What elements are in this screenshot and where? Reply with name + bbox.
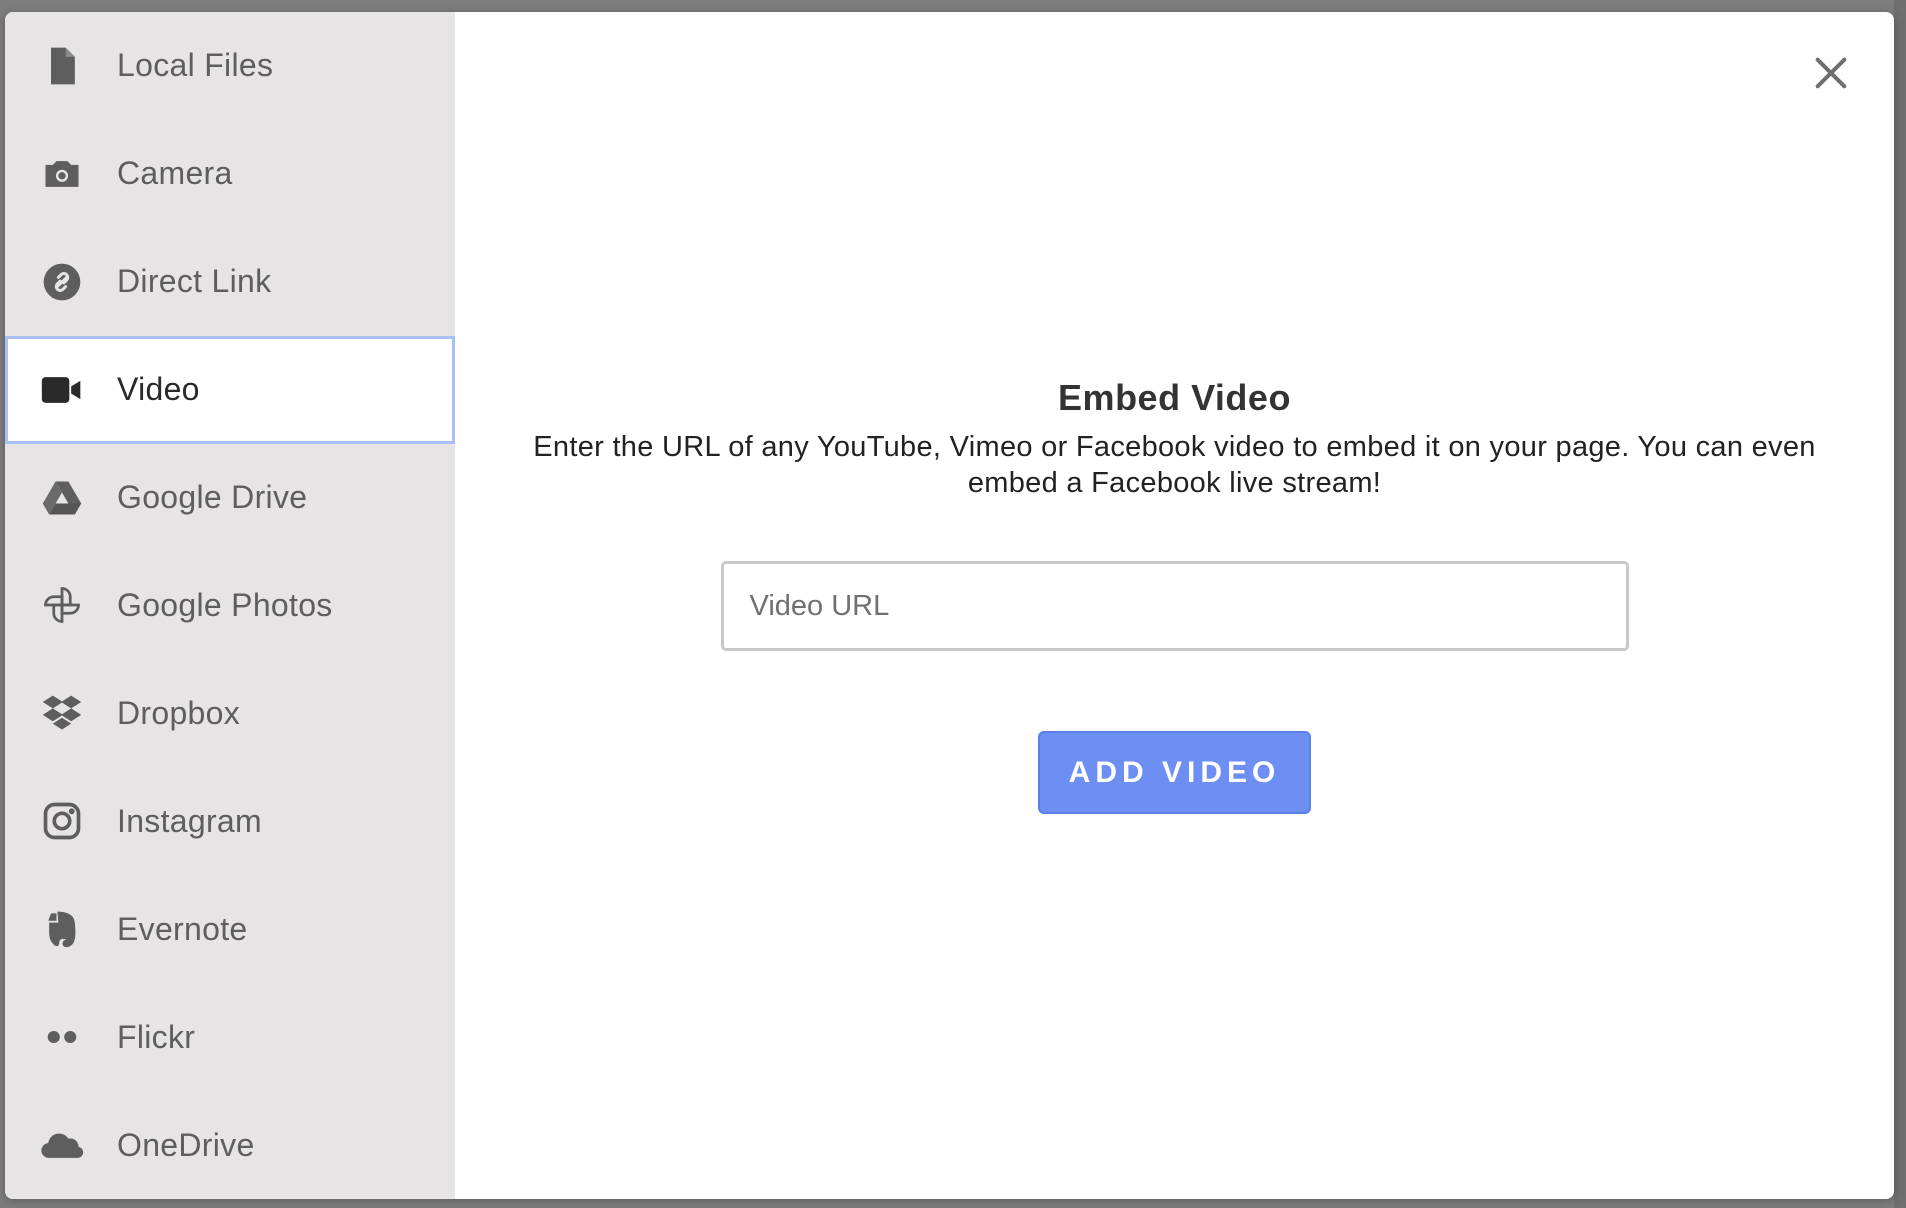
sidebar-item-label: Dropbox bbox=[117, 694, 241, 731]
sidebar-item-label: Google Photos bbox=[117, 586, 333, 623]
flickr-icon bbox=[39, 1014, 85, 1060]
sidebar-item-onedrive[interactable]: OneDrive bbox=[5, 1091, 455, 1199]
sidebar-item-label: Direct Link bbox=[117, 263, 272, 300]
sidebar-item-evernote[interactable]: Evernote bbox=[5, 875, 455, 983]
video-url-input[interactable] bbox=[720, 561, 1629, 651]
sidebar-item-direct-link[interactable]: Direct Link bbox=[5, 228, 455, 336]
sidebar-item-label: Google Drive bbox=[117, 479, 308, 516]
sidebar-item-video[interactable]: Video bbox=[5, 335, 455, 444]
google-drive-icon bbox=[39, 475, 85, 521]
video-embed-panel: Embed Video Enter the URL of any YouTube… bbox=[455, 12, 1894, 1199]
evernote-icon bbox=[39, 906, 85, 952]
sidebar-item-instagram[interactable]: Instagram bbox=[5, 767, 455, 875]
sidebar-item-label: Flickr bbox=[117, 1018, 196, 1055]
sidebar-item-label: Video bbox=[117, 371, 200, 408]
sidebar-item-dropbox[interactable]: Dropbox bbox=[5, 659, 455, 767]
instagram-icon bbox=[39, 798, 85, 844]
dropbox-icon bbox=[39, 690, 85, 736]
sidebar-item-google-photos[interactable]: Google Photos bbox=[5, 552, 455, 660]
video-icon bbox=[39, 367, 85, 413]
panel-description: Enter the URL of any YouTube, Vimeo or F… bbox=[533, 431, 1816, 499]
file-icon bbox=[39, 43, 85, 89]
google-photos-icon bbox=[39, 582, 85, 628]
sidebar-item-label: Camera bbox=[117, 155, 233, 192]
sidebar-item-label: Instagram bbox=[117, 802, 262, 839]
backdrop bbox=[1894, 0, 1906, 1208]
onedrive-icon bbox=[39, 1122, 85, 1168]
link-icon bbox=[39, 259, 85, 305]
close-button[interactable] bbox=[1806, 48, 1856, 98]
sidebar-item-google-drive[interactable]: Google Drive bbox=[5, 444, 455, 552]
source-sidebar: Local Files Camera Direct Link Video Goo bbox=[5, 12, 455, 1199]
panel-title: Embed Video bbox=[1058, 377, 1291, 418]
sidebar-item-label: OneDrive bbox=[117, 1126, 255, 1163]
sidebar-item-local-files[interactable]: Local Files bbox=[5, 12, 455, 120]
sidebar-item-camera[interactable]: Camera bbox=[5, 120, 455, 228]
file-picker-modal: Local Files Camera Direct Link Video Goo bbox=[5, 12, 1894, 1199]
camera-icon bbox=[39, 151, 85, 197]
sidebar-item-flickr[interactable]: Flickr bbox=[5, 983, 455, 1091]
sidebar-item-label: Local Files bbox=[117, 47, 274, 84]
add-video-button[interactable]: ADD VIDEO bbox=[1038, 731, 1311, 814]
sidebar-item-label: Evernote bbox=[117, 910, 248, 947]
close-icon bbox=[1815, 57, 1847, 89]
